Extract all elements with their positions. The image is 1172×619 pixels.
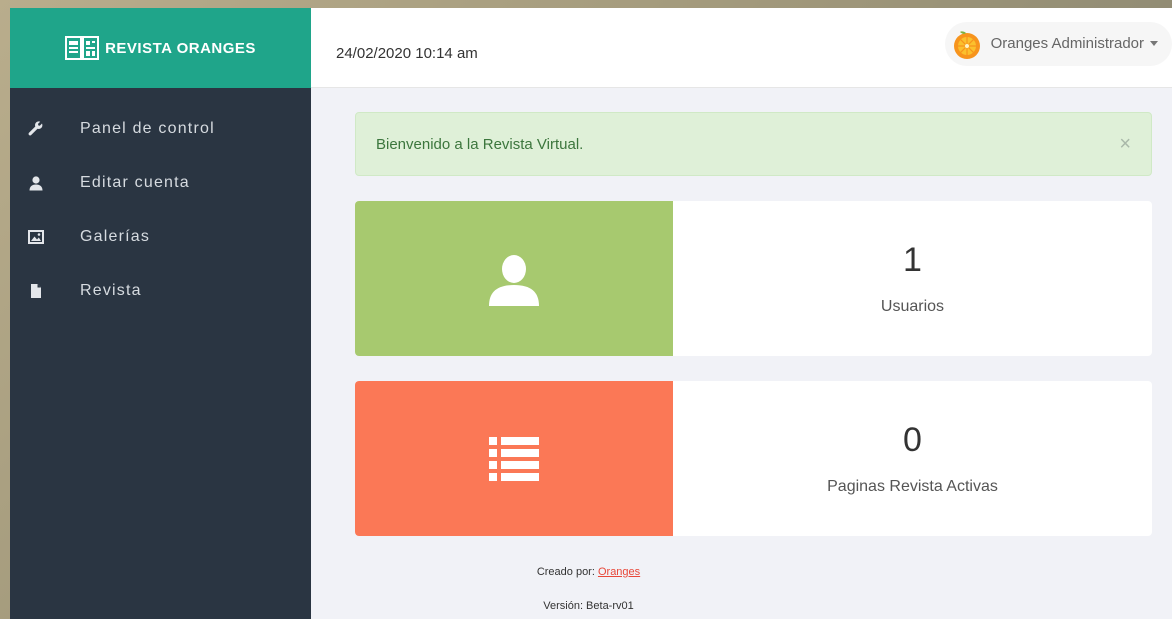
- orange-avatar-icon: [953, 30, 980, 59]
- file-icon: [28, 283, 44, 299]
- stat-symbol-usuarios: [355, 201, 673, 356]
- close-icon[interactable]: ×: [1119, 133, 1131, 156]
- caret-down-icon: [1150, 41, 1158, 46]
- app-window: REVISTA ORANGES Panel de control Editar …: [10, 8, 1172, 619]
- brand-title: REVISTA ORANGES: [105, 39, 256, 57]
- stat-number: 1: [903, 241, 922, 279]
- sidebar-item-editar-cuenta[interactable]: Editar cuenta: [10, 156, 311, 210]
- welcome-alert: Bienvenido a la Revista Virtual. ×: [355, 112, 1152, 176]
- created-by-label: Creado por:: [536, 566, 595, 578]
- sidebar-item-label: Editar cuenta: [80, 174, 190, 191]
- sidebar-nav: Panel de control Editar cuenta Galerías …: [10, 88, 311, 318]
- brand-header[interactable]: REVISTA ORANGES: [10, 8, 311, 88]
- stat-card-paginas[interactable]: 0 Paginas Revista Activas: [355, 381, 1152, 536]
- sidebar-item-label: Galerías: [80, 228, 151, 245]
- stat-value-usuarios: 1 Usuarios: [673, 201, 1152, 356]
- sidebar-item-label: Revista: [80, 282, 142, 299]
- stat-label: Usuarios: [880, 298, 945, 315]
- dashboard-content: Bienvenido a la Revista Virtual. × 1 Usu…: [311, 88, 1172, 612]
- author-link[interactable]: Oranges: [598, 566, 640, 578]
- user-menu-button[interactable]: Oranges Administrador: [944, 21, 1172, 66]
- sidebar-item-revista[interactable]: Revista: [10, 264, 311, 318]
- user-icon: [489, 254, 539, 306]
- stat-symbol-paginas: [355, 381, 673, 536]
- sidebar-item-galerias[interactable]: Galerías: [10, 210, 311, 264]
- user-name: Oranges Administrador: [990, 35, 1144, 52]
- magazine-logo-icon: [65, 36, 100, 60]
- topbar: 24/02/2020 10:14 am Oranges Administrado…: [311, 8, 1172, 88]
- list-icon: [489, 436, 539, 481]
- alert-message: Bienvenido a la Revista Virtual.: [376, 135, 584, 153]
- stat-label: Paginas Revista Activas: [827, 478, 998, 495]
- user-icon: [28, 175, 44, 191]
- sidebar-item-panel-de-control[interactable]: Panel de control: [10, 102, 311, 156]
- wrench-icon: [28, 121, 44, 137]
- sidebar-item-label: Panel de control: [80, 120, 215, 137]
- stat-card-usuarios[interactable]: 1 Usuarios: [355, 201, 1152, 356]
- stat-value-paginas: 0 Paginas Revista Activas: [673, 381, 1152, 536]
- footer-credits: Creado por: Oranges: [355, 566, 822, 578]
- datetime-display: 24/02/2020 10:14 am: [336, 45, 478, 62]
- footer: Creado por: Oranges Versión: Beta-rv01: [355, 566, 1152, 612]
- stat-number: 0: [903, 421, 922, 459]
- footer-version: Versión: Beta-rv01: [543, 600, 634, 612]
- sidebar: REVISTA ORANGES Panel de control Editar …: [10, 8, 311, 619]
- image-icon: [28, 229, 44, 245]
- main-area: 24/02/2020 10:14 am Oranges Administrado…: [311, 8, 1172, 619]
